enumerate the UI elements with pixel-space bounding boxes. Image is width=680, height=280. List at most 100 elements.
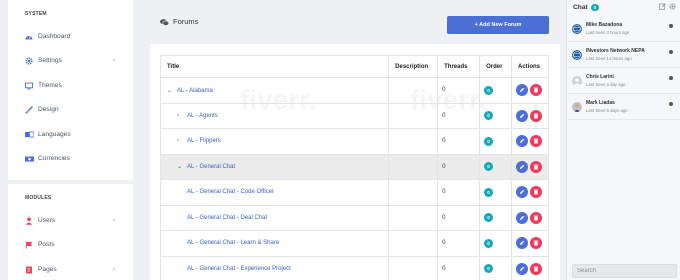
forum-description-cell: [388, 204, 439, 231]
edit-button[interactable]: [516, 135, 529, 148]
gear-icon[interactable]: [669, 3, 676, 12]
forum-title-link[interactable]: AL - General Chat: [187, 164, 235, 170]
delete-button[interactable]: [530, 109, 543, 122]
edit-button[interactable]: [516, 84, 529, 97]
user-icon: [25, 217, 33, 225]
forum-description-cell: [388, 179, 439, 206]
forum-title-link[interactable]: AL - General Chat - Learn & Share: [187, 240, 279, 246]
delete-button[interactable]: [530, 237, 543, 250]
pencil-icon: [520, 241, 525, 246]
chevron-right-icon: ›: [112, 57, 115, 65]
table-row[interactable]: › AL - Flippers 0 0: [159, 128, 549, 155]
delete-button[interactable]: [530, 262, 543, 275]
sidebar-item-languages[interactable]: Languages: [8, 122, 133, 147]
sidebar-item-design[interactable]: Design: [8, 98, 133, 123]
delete-button[interactable]: [530, 160, 543, 173]
sidebar-item-label: Users: [38, 216, 56, 224]
chevron-right-icon[interactable]: ›: [177, 138, 182, 144]
sidebar-item-label: Themes: [38, 81, 62, 89]
edit-button[interactable]: [516, 109, 529, 122]
trash-icon: [533, 87, 539, 93]
sidebar-item-pages[interactable]: Pages ›: [8, 257, 133, 280]
languages-icon: [25, 131, 35, 138]
pencil-icon: [520, 113, 525, 118]
chat-contact[interactable]: Mark Liadas Last Seen 5 days ago: [567, 94, 680, 120]
compose-icon[interactable]: [659, 3, 666, 12]
table-header-row: Title Description Threads Order Actions: [159, 55, 549, 78]
order-badge: 0: [484, 85, 494, 95]
table-row[interactable]: AL - General Chat - Code Officer 0 0: [159, 179, 549, 206]
sidebar-item-users[interactable]: Users ›: [8, 208, 133, 233]
chat-contact-last-seen: Last Seen 5 days ago: [586, 107, 628, 113]
edit-button[interactable]: [516, 160, 529, 173]
forum-title-cell[interactable]: AL - General Chat - Code Officer: [159, 179, 390, 206]
edit-button[interactable]: [516, 186, 529, 199]
sidebar-item-currencies[interactable]: Currencies: [8, 147, 133, 172]
forum-title-link[interactable]: AL - General Chat - Code Officer: [187, 189, 274, 195]
sidebar-item-label: Dashboard: [38, 32, 71, 40]
chevron-down-icon[interactable]: ⌄: [167, 87, 172, 94]
forum-actions-cell: [511, 153, 549, 180]
sidebar-system-heading: SYSTEM: [25, 11, 47, 17]
forum-title-cell[interactable]: › AL - Agents: [159, 102, 390, 129]
delete-button[interactable]: [530, 84, 543, 97]
forum-order-cell: 0: [479, 77, 513, 104]
table-row[interactable]: ⌄ AL - Alabama 0 0: [159, 77, 549, 104]
forum-title-link[interactable]: AL - Agents: [187, 113, 218, 119]
forum-title-cell[interactable]: ⌄ AL - Alabama: [159, 77, 390, 104]
delete-button[interactable]: [530, 186, 543, 199]
forum-description-cell: [388, 255, 439, 280]
forum-order-cell: 0: [479, 255, 513, 280]
forum-title-link[interactable]: AL - General Chat - Experience Project: [187, 266, 291, 272]
chevron-down-icon[interactable]: ⌄: [177, 163, 182, 170]
forum-actions-cell: [511, 102, 549, 129]
chat-contact-name: Mark Liadas: [586, 100, 615, 107]
table-row[interactable]: AL - General Chat - Learn & Share 0 0: [159, 230, 549, 257]
pencil-icon: [520, 215, 525, 220]
edit-button[interactable]: [516, 237, 529, 250]
status-dot: [669, 24, 673, 28]
sidebar-modules-card: MODULES Users › Posts Pages ›: [8, 184, 133, 280]
forum-actions-cell: [511, 255, 549, 280]
chat-contact-info: Mark Liadas Last Seen 5 days ago: [586, 100, 628, 113]
forum-title-cell[interactable]: AL - General Chat - Experience Project: [159, 255, 390, 280]
sidebar-item-dashboard[interactable]: Dashboard: [8, 24, 133, 49]
chevron-right-icon[interactable]: ›: [177, 113, 182, 119]
forum-description-cell: [388, 77, 439, 104]
sidebar-item-label: Design: [38, 106, 59, 114]
table-row[interactable]: AL - General Chat - Experience Project 0…: [159, 255, 549, 280]
chat-title: Chat: [573, 3, 588, 11]
forum-title-link[interactable]: AL - Alabama: [177, 88, 213, 94]
forum-title-cell[interactable]: AL - General Chat - Deal Chat: [159, 204, 390, 231]
forum-description-cell: [388, 102, 439, 129]
table-row[interactable]: ⌄ AL - General Chat 0 0: [159, 153, 549, 180]
edit-button[interactable]: [516, 262, 529, 275]
table-row[interactable]: › AL - Agents 0 0: [159, 102, 549, 129]
forum-title-cell[interactable]: › AL - Flippers: [159, 128, 390, 155]
forum-title-link[interactable]: AL - General Chat - Deal Chat: [187, 215, 267, 221]
forum-threads-cell: 0: [437, 153, 481, 180]
delete-button[interactable]: [530, 211, 543, 224]
add-new-forum-button[interactable]: + Add New Forum: [447, 16, 549, 34]
chat-search-input[interactable]: [572, 264, 677, 278]
avatar: [572, 101, 582, 112]
chat-contact-last-seen: Last Seen 14 hours ago: [586, 55, 632, 61]
forum-title-cell[interactable]: ⌄ AL - General Chat: [159, 153, 390, 180]
sidebar-item-posts[interactable]: Posts: [8, 233, 133, 258]
forum-title-cell[interactable]: AL - General Chat - Learn & Share: [159, 230, 390, 257]
forum-actions-cell: [511, 77, 549, 104]
chevron-right-icon: ›: [112, 216, 115, 224]
monitor-icon: [25, 82, 33, 90]
sidebar-item-label: Settings: [38, 57, 62, 65]
table-row[interactable]: AL - General Chat - Deal Chat 0 0: [159, 204, 549, 231]
forum-title-link[interactable]: AL - Flippers: [187, 138, 221, 144]
delete-button[interactable]: [530, 135, 543, 148]
sidebar-item-themes[interactable]: Themes: [8, 73, 133, 98]
chat-contact[interactable]: Mike Bazadona Last Seen 3 hours ago: [567, 16, 680, 42]
edit-button[interactable]: [516, 211, 529, 224]
chat-contact[interactable]: Chris Larini Last Seen a day ago: [567, 68, 680, 94]
chat-contact[interactable]: INvestors Network NEPA Last Seen 14 hour…: [567, 42, 680, 68]
flag-icon: [25, 241, 33, 249]
forum-description-cell: [388, 128, 439, 155]
sidebar-item-settings[interactable]: Settings ›: [8, 49, 133, 74]
